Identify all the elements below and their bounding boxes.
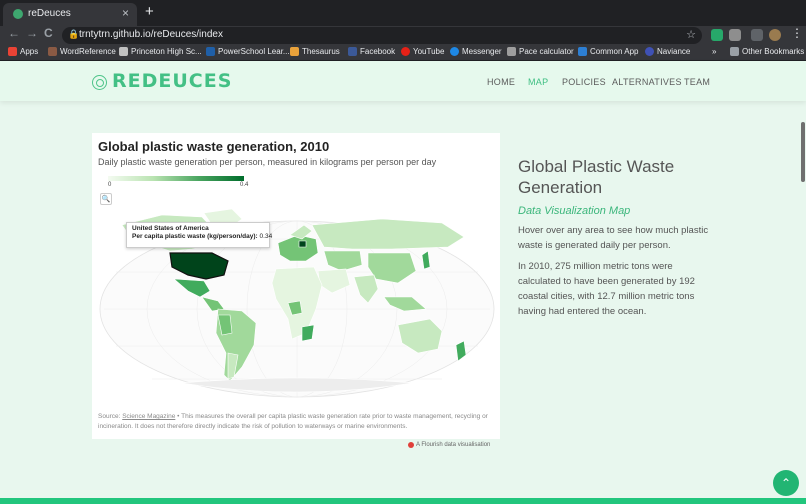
source-link[interactable]: Science Magazine — [122, 413, 175, 420]
extension-icon[interactable] — [729, 29, 741, 41]
powerschool-icon — [206, 47, 215, 56]
youtube-icon — [401, 47, 410, 56]
lock-icon: 🔒 — [68, 29, 80, 39]
thesaurus-icon — [290, 47, 299, 56]
browser-menu-icon[interactable]: ⋮ — [791, 26, 803, 40]
folder-icon — [730, 47, 739, 56]
section-title: Global Plastic Waste Generation — [518, 157, 675, 197]
bookmark-apps[interactable]: Apps — [8, 47, 38, 56]
nav-policies[interactable]: POLICIES — [562, 77, 606, 87]
bookmark-thesaurus[interactable]: Thesaurus — [290, 47, 340, 56]
naviance-icon — [645, 47, 654, 56]
tooltip-value: 0.34 — [259, 233, 273, 240]
scroll-to-top-button[interactable]: ⌃ — [773, 470, 799, 496]
tab-title: reDeuces — [28, 8, 71, 19]
bookmark-naviance[interactable]: Naviance — [645, 47, 690, 56]
new-tab-button[interactable]: + — [145, 3, 154, 20]
bookmark-wordreference[interactable]: WordReference — [48, 47, 116, 56]
page-scrollbar[interactable] — [801, 122, 805, 182]
pace-calculator-icon — [507, 47, 516, 56]
legend-max-label: 0.4 — [240, 182, 249, 188]
map-tooltip: United States of America Per capita plas… — [126, 222, 273, 248]
map-subtitle: Daily plastic waste generation per perso… — [98, 157, 437, 167]
reading-list-icon[interactable] — [751, 29, 763, 41]
bookmark-powerschool[interactable]: PowerSchool Lear... — [206, 47, 290, 56]
flourish-logo-icon — [408, 442, 414, 448]
forward-icon[interactable]: → — [26, 26, 38, 40]
bookmark-common-app[interactable]: Common App — [578, 47, 638, 56]
country-new-zealand[interactable] — [455, 340, 467, 362]
bookmark-youtube[interactable]: YouTube — [401, 47, 444, 56]
address-bar[interactable]: 🔒 trntytrn.github.io/reDeuces/index ☆ — [62, 27, 702, 44]
bookmarks-bar: Apps WordReference Princeton High Sc... … — [0, 45, 806, 61]
tooltip-metric: Per capita plastic waste (kg/person/day)… — [132, 233, 273, 240]
close-tab-icon[interactable]: × — [122, 6, 129, 20]
stats-paragraph: In 2010, 275 million metric tons were ca… — [518, 261, 695, 317]
map-title: Global plastic waste generation, 2010 — [98, 139, 330, 154]
nav-map[interactable]: MAP — [528, 77, 548, 87]
section-subtitle: Data Visualization Map — [518, 205, 631, 217]
nav-team[interactable]: TEAM — [684, 77, 710, 87]
legend-min-label: 0 — [108, 182, 112, 188]
common-app-icon — [578, 47, 587, 56]
bookmark-other[interactable]: Other Bookmarks — [730, 47, 804, 56]
bookmark-pace-calculator[interactable]: Pace calculator — [507, 47, 574, 56]
map-visualization: Global plastic waste generation, 2010 Da… — [92, 133, 500, 439]
bookmark-messenger[interactable]: Messenger — [450, 47, 502, 56]
bookmark-facebook[interactable]: Facebook — [348, 47, 395, 56]
country-germany[interactable] — [298, 240, 307, 248]
browser-tab-strip: reDeuces × + — [0, 0, 806, 26]
nav-home[interactable]: HOME — [487, 77, 515, 87]
messenger-icon — [450, 47, 459, 56]
flourish-credit[interactable]: A Flourish data visualisation — [408, 442, 490, 448]
country-russia[interactable] — [311, 218, 465, 250]
country-south-africa[interactable] — [301, 324, 315, 342]
site-logo[interactable]: REDEUCES — [112, 70, 232, 92]
tooltip-country: United States of America — [132, 225, 209, 232]
wordreference-icon — [48, 47, 57, 56]
nav-alternatives[interactable]: ALTERNATIVES — [612, 77, 682, 87]
zoom-search-icon[interactable]: 🔍 — [100, 193, 112, 205]
princeton-icon — [119, 47, 128, 56]
site-favicon-icon — [13, 9, 23, 19]
bookmark-princeton[interactable]: Princeton High Sc... — [119, 47, 202, 56]
facebook-icon — [348, 47, 357, 56]
more-bookmarks-icon[interactable]: » — [712, 47, 716, 56]
back-icon[interactable]: ← — [8, 26, 20, 40]
logo-icon — [92, 75, 107, 90]
apps-grid-icon — [8, 47, 17, 56]
color-legend — [108, 176, 244, 181]
intro-paragraph: Hover over any area to see how much plas… — [518, 225, 709, 251]
reload-icon[interactable]: C — [44, 26, 53, 40]
extension-shield-icon[interactable] — [711, 29, 723, 41]
browser-tab[interactable]: reDeuces × — [3, 3, 137, 26]
bookmark-star-icon[interactable]: ☆ — [686, 28, 696, 41]
page-footer-strip — [0, 498, 806, 504]
url-text: trntytrn.github.io/reDeuces/index — [79, 29, 223, 40]
site-header: REDEUCES HOME MAP POLICIES ALTERNATIVES … — [0, 61, 806, 101]
map-source-note: Source: Science Magazine • This measures… — [98, 413, 488, 430]
browser-toolbar: ← → C 🔒 trntytrn.github.io/reDeuces/inde… — [0, 26, 806, 45]
profile-avatar[interactable] — [769, 29, 781, 41]
